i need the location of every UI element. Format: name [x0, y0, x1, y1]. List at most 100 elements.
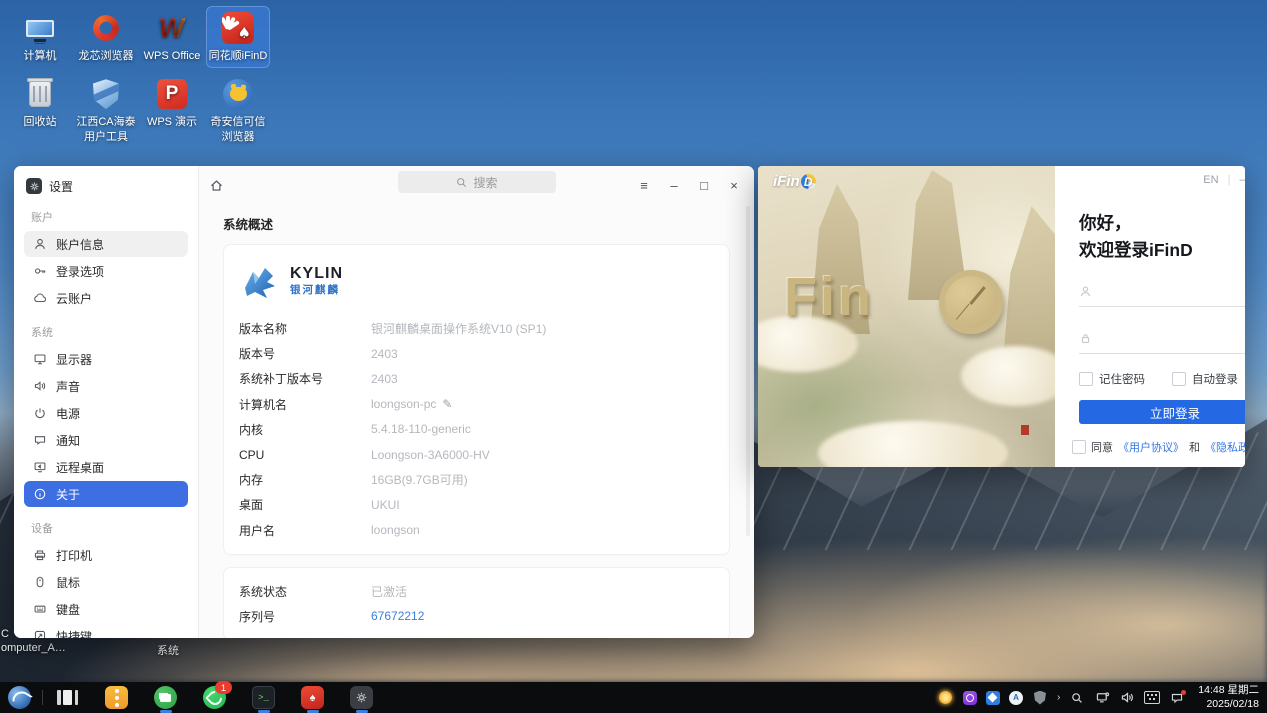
desktop-icon-label: 同花顺iFinD: [209, 49, 268, 63]
sidebar-item-notifications[interactable]: 通知: [24, 427, 188, 453]
checkbox-icon: [1079, 372, 1093, 386]
home-icon[interactable]: [209, 178, 224, 193]
privacy-policy-link[interactable]: 《隐私政策》: [1205, 439, 1245, 455]
language-toggle[interactable]: EN: [1203, 174, 1218, 186]
taskbar-file-manager[interactable]: [154, 686, 177, 709]
taskbar-chat-app[interactable]: 1: [203, 686, 226, 709]
sidebar-item-display[interactable]: 显示器: [24, 346, 188, 372]
ifind-icon: ♠: [222, 12, 254, 44]
edit-pencil-icon[interactable]: ✎: [442, 397, 452, 411]
tray-notifications[interactable]: [1169, 690, 1185, 706]
login-button[interactable]: 立即登录: [1079, 400, 1245, 424]
desktop-icon-ca-tool[interactable]: 江西CA海泰用户工具: [74, 72, 138, 149]
sidebar-item-login-options[interactable]: 登录选项: [24, 258, 188, 284]
sidebar-item-shortcuts[interactable]: 快捷键: [24, 623, 188, 638]
minimize-icon[interactable]: –: [664, 178, 684, 193]
sun-icon: [939, 691, 952, 704]
info-row: 版本名称银河麒麟桌面操作系统V10 (SP1): [239, 316, 714, 341]
computer-icon: [24, 12, 56, 44]
tray-sync-app[interactable]: [986, 691, 1000, 705]
system-info-card: KYLIN 银河麒麟 版本名称银河麒麟桌面操作系统V10 (SP1) 版本号24…: [223, 244, 730, 555]
desktop-icon-label: 龙芯浏览器: [79, 49, 134, 63]
sidebar-item-account-info[interactable]: 账户信息: [24, 231, 188, 257]
maximize-icon[interactable]: □: [694, 178, 714, 193]
search-icon: [1070, 691, 1084, 705]
ifind-artwork: Fin iFinD: [758, 166, 1055, 467]
kylin-logo-text: KYLIN: [290, 265, 343, 283]
fin-art-text: Fin: [784, 266, 874, 328]
user-agreement-link[interactable]: 《用户协议》: [1118, 439, 1184, 455]
taskbar-app-launcher[interactable]: [105, 686, 128, 709]
sidebar-section-account: 账户: [31, 209, 181, 225]
desktop-icon-wps-presentation[interactable]: P WPS 演示: [140, 72, 204, 149]
search-icon: [455, 176, 468, 189]
wps-office-icon: W: [156, 12, 188, 44]
page-title: 系统概述: [223, 214, 730, 233]
sidebar-item-about[interactable]: 关于: [24, 481, 188, 507]
tray-antivirus[interactable]: A: [1009, 691, 1023, 705]
search-input[interactable]: 搜索: [398, 171, 556, 193]
sidebar-item-printer[interactable]: 打印机: [24, 542, 188, 568]
desktop-icon-qianxin-browser[interactable]: 奇安信可信浏览器: [206, 72, 270, 149]
desktop-icon-recycle-bin[interactable]: 回收站: [8, 72, 72, 149]
partial-desktop-label: C: [1, 628, 9, 640]
settings-window: 设置 账户 账户信息 登录选项 云账户 系统 显示器 声音: [14, 166, 754, 638]
user-icon: [33, 237, 47, 251]
ifind-logo: iFinD: [773, 173, 816, 190]
remember-password-checkbox[interactable]: 记住密码: [1079, 371, 1145, 387]
kylin-beast-icon: [239, 262, 281, 300]
close-icon[interactable]: ×: [724, 178, 744, 193]
notification-dot: [1181, 690, 1186, 695]
desktop-icon-label: 计算机: [24, 49, 57, 63]
sidebar-item-keyboard[interactable]: 键盘: [24, 596, 188, 622]
password-field[interactable]: [1079, 332, 1245, 354]
desktop-icon-wps-office[interactable]: W WPS Office: [140, 6, 204, 68]
tray-network[interactable]: [1094, 690, 1110, 706]
minimize-icon[interactable]: –: [1239, 174, 1245, 186]
partial-desktop-label: 系统: [157, 642, 179, 658]
recycle-bin-icon: [24, 78, 56, 110]
taskbar-terminal[interactable]: >_: [252, 686, 275, 709]
activation-card: 系统状态已激活 序列号67672212: [223, 567, 730, 638]
username-field[interactable]: [1079, 285, 1245, 307]
taskbar-clock[interactable]: 14:48 星期二 2025/02/18: [1198, 684, 1259, 711]
checkbox-icon: [1172, 372, 1186, 386]
power-icon: [33, 406, 47, 420]
ifind-logo-d: D: [801, 174, 816, 189]
tray-screenshot-app[interactable]: [963, 691, 977, 705]
mouse-icon: [33, 575, 47, 589]
tray-input-method[interactable]: [1144, 690, 1160, 706]
tray-search[interactable]: [1069, 690, 1085, 706]
sidebar-item-sound[interactable]: 声音: [24, 373, 188, 399]
sidebar-item-remote-desktop[interactable]: 远程桌面: [24, 454, 188, 480]
tray-security-shield[interactable]: [1032, 690, 1048, 706]
sidebar-item-mouse[interactable]: 鼠标: [24, 569, 188, 595]
keyboard-icon: [1144, 691, 1160, 704]
kylin-logo: KYLIN 银河麒麟: [239, 260, 714, 302]
settings-app-icon: [26, 178, 42, 194]
desktop-icon-ifind[interactable]: ♠ 同花顺iFinD: [206, 6, 270, 68]
info-row: 内核5.4.18-110-generic: [239, 417, 714, 442]
agree-checkbox[interactable]: [1072, 440, 1086, 454]
tray-expand-arrow[interactable]: ›: [1057, 692, 1060, 703]
speaker-icon: [33, 379, 47, 393]
remote-desktop-icon: [33, 460, 47, 474]
tray-volume[interactable]: [1119, 690, 1135, 706]
start-menu-button[interactable]: [8, 686, 31, 709]
tray-brightness[interactable]: [938, 690, 954, 706]
desktop-icon-computer[interactable]: 计算机: [8, 6, 72, 68]
taskbar-settings[interactable]: [350, 686, 373, 709]
monitor-icon: [33, 352, 47, 366]
taskbar-ifind[interactable]: ♠: [301, 686, 324, 709]
auto-login-checkbox[interactable]: 自动登录: [1172, 371, 1238, 387]
task-view-button[interactable]: [57, 690, 78, 706]
serial-number-link[interactable]: 67672212: [371, 609, 424, 623]
scrollbar[interactable]: [746, 206, 750, 536]
desktop-icon-label: 江西CA海泰用户工具: [75, 115, 137, 144]
sidebar-item-cloud-account[interactable]: 云账户: [24, 285, 188, 311]
ifind-login-panel: EN | – × 你好， 欢迎登录iFinD 记住密码: [1055, 166, 1245, 467]
sidebar-item-power[interactable]: 电源: [24, 400, 188, 426]
keyboard-icon: [33, 602, 47, 616]
desktop-icon-loongson-browser[interactable]: 龙芯浏览器: [74, 6, 138, 68]
menu-icon[interactable]: ≡: [634, 178, 654, 193]
